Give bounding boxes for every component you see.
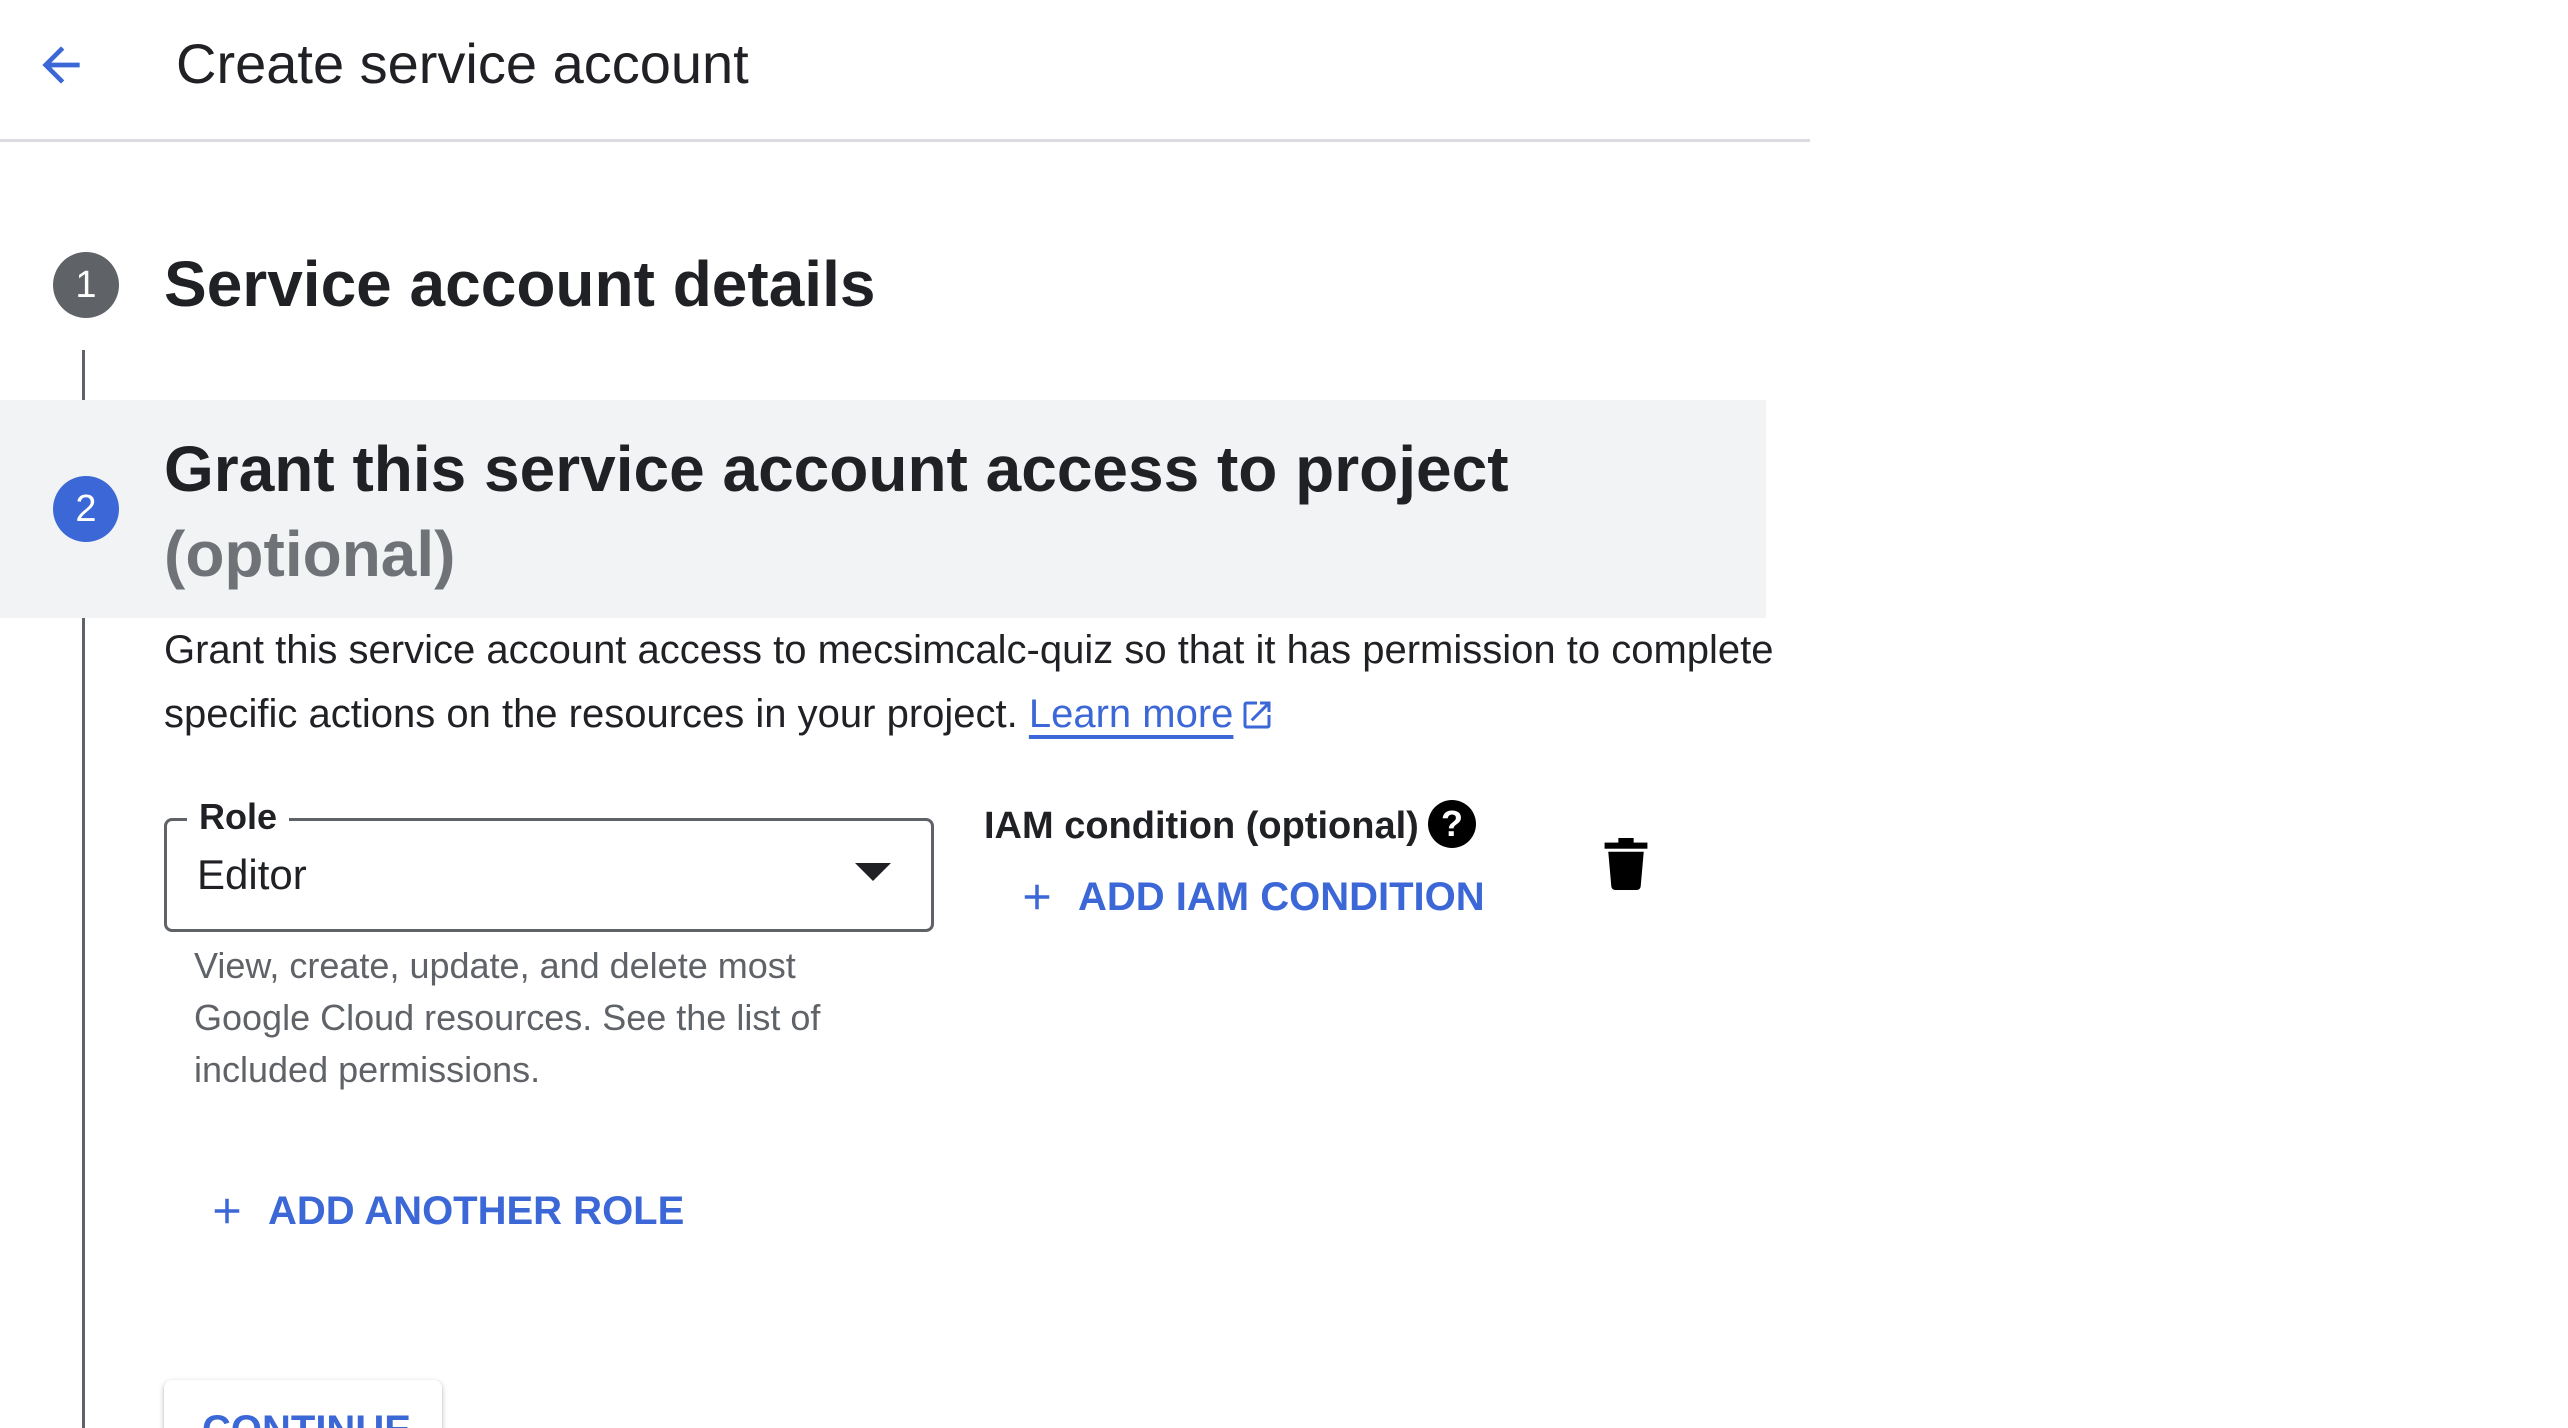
continue-button[interactable]: CONTINUE (164, 1380, 442, 1428)
grant-description-text: Grant this service account access to mec… (164, 628, 1774, 736)
help-circle-icon[interactable]: ? (1428, 800, 1476, 848)
external-link-icon[interactable] (1239, 688, 1275, 752)
back-button[interactable] (28, 32, 94, 98)
learn-more-link[interactable]: Learn more (1029, 692, 1234, 736)
page: Create service account 1 Service account… (0, 0, 2568, 1428)
iam-condition-label: IAM condition (optional) (984, 805, 1419, 847)
add-iam-condition-label: ADD IAM CONDITION (1078, 874, 1485, 919)
step-1-number: 1 (53, 252, 119, 318)
header-bar: Create service account (0, 0, 1810, 142)
role-value: Editor (197, 851, 307, 898)
grant-description: Grant this service account access to mec… (164, 618, 1784, 752)
step-2-optional-label: (optional) (164, 518, 456, 590)
plus-icon (1024, 884, 1050, 910)
continue-label: CONTINUE (202, 1400, 411, 1428)
trash-icon[interactable] (1604, 838, 1648, 890)
role-help-text: View, create, update, and delete most Go… (194, 945, 821, 1090)
step-2-title: Grant this service account access to pro… (164, 433, 1509, 505)
add-another-role-button[interactable]: ADD ANOTHER ROLE (206, 1180, 684, 1242)
step-2-number: 2 (53, 476, 119, 542)
arrow-left-icon (42, 46, 80, 84)
role-select[interactable]: Role Editor (164, 791, 934, 932)
step-1-title[interactable]: Service account details (164, 244, 875, 324)
add-another-role-label: ADD ANOTHER ROLE (268, 1188, 685, 1233)
page-title: Create service account (176, 32, 749, 95)
plus-icon (214, 1198, 240, 1224)
stepper-connector (82, 350, 85, 400)
role-label: Role (187, 791, 290, 843)
stepper-connector (82, 618, 85, 1428)
add-iam-condition-button[interactable]: ADD IAM CONDITION (1016, 866, 1485, 928)
chevron-down-icon (855, 863, 891, 881)
